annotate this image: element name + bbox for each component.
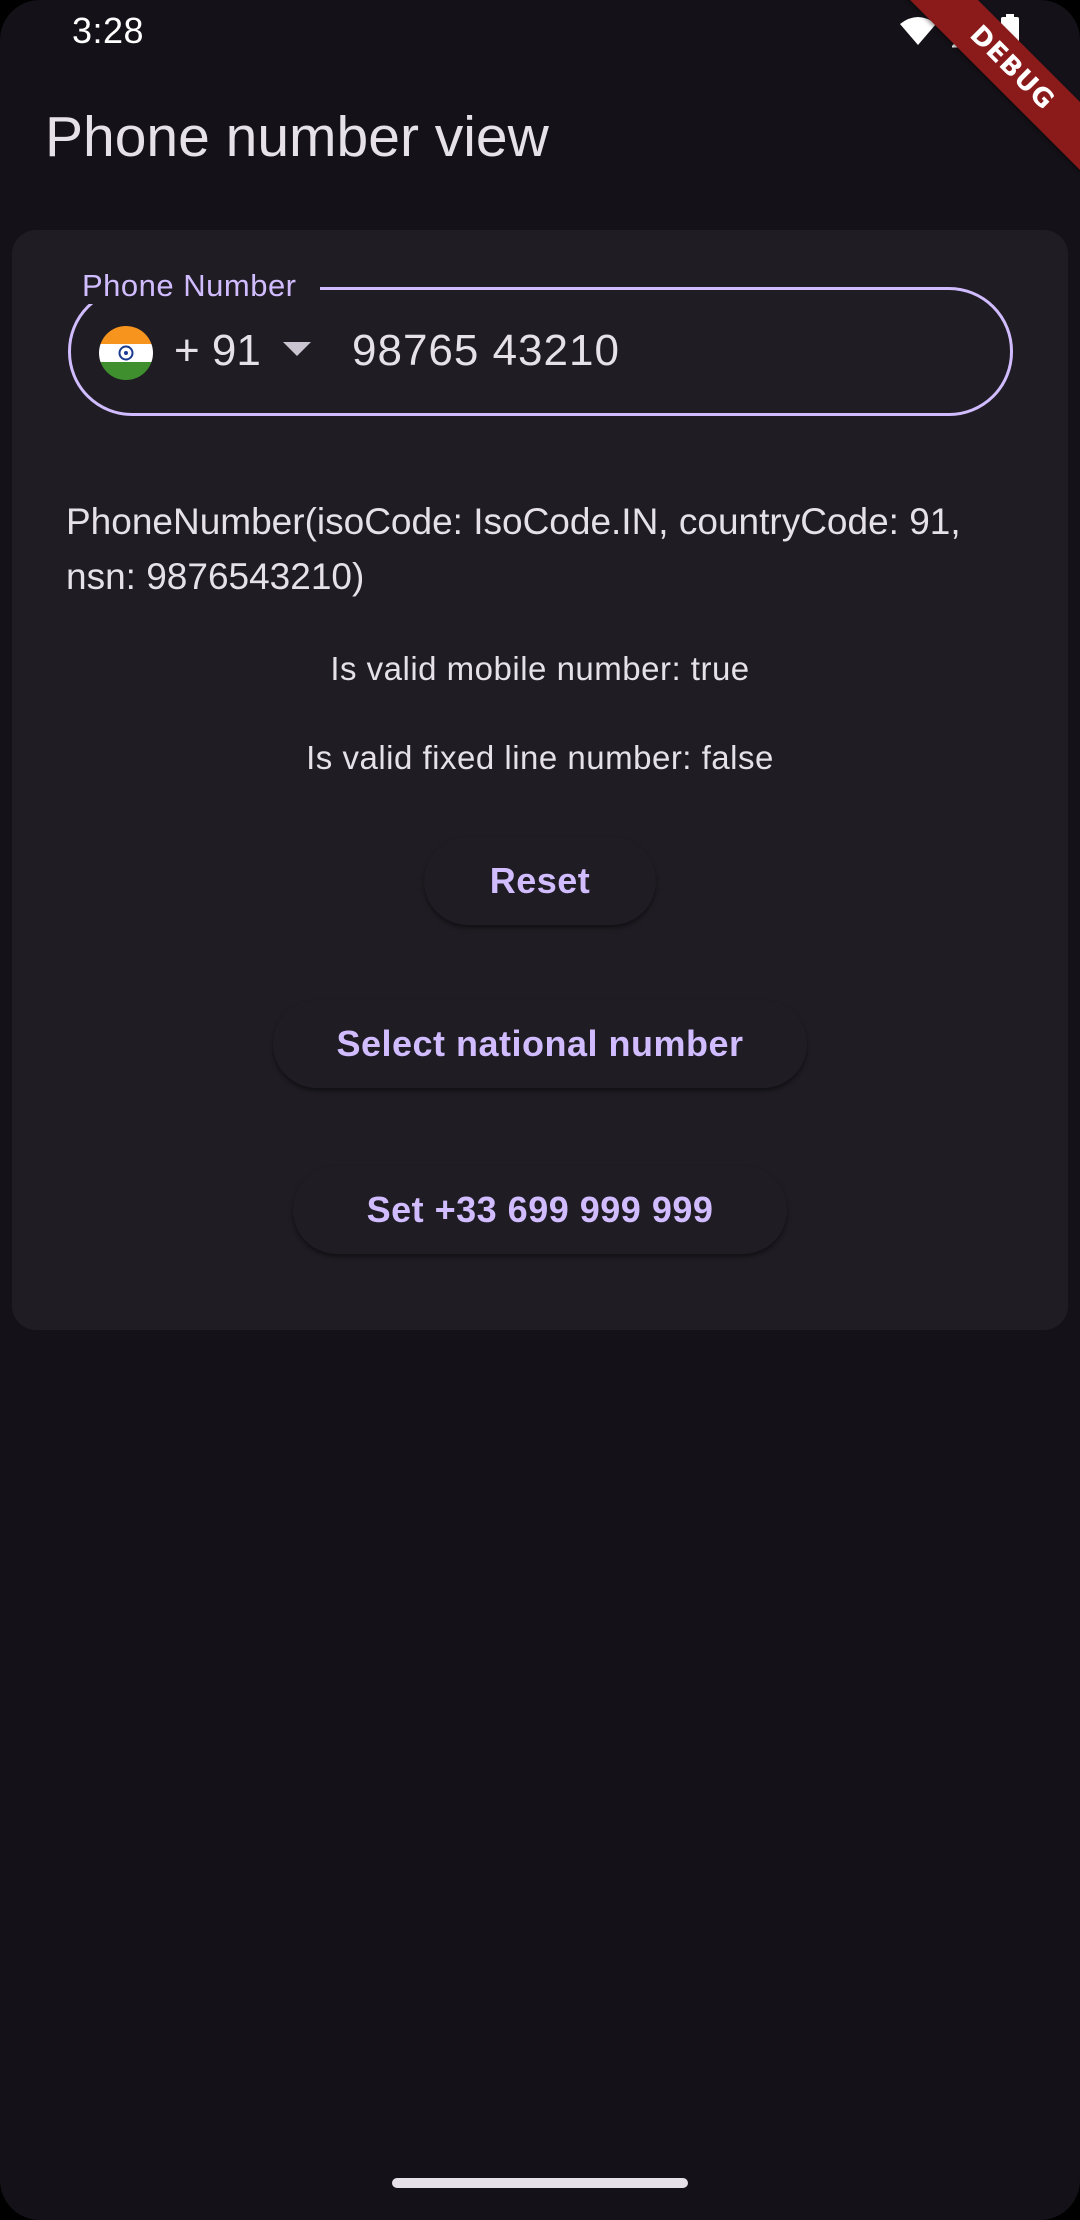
phone-field-label: Phone Number [78, 268, 301, 304]
reset-button[interactable]: Reset [424, 837, 656, 925]
status-bar: 3:28 [0, 0, 1080, 64]
phone-number-result: PhoneNumber(isoCode: IsoCode.IN, country… [66, 501, 961, 597]
app-screen: 3:28 DEBUG Phone number view Phone Numbe… [0, 0, 1080, 2220]
set-number-button[interactable]: Set +33 699 999 999 [293, 1166, 787, 1254]
page-title: Phone number view [45, 105, 549, 169]
home-indicator[interactable] [392, 2178, 688, 2188]
select-national-number-button[interactable]: Select national number [273, 1000, 807, 1088]
india-flag-icon[interactable] [99, 326, 153, 380]
chevron-down-icon[interactable] [283, 342, 311, 363]
valid-fixed-line-text: Is valid fixed line number: false [306, 739, 774, 776]
valid-mobile-text: Is valid mobile number: true [330, 650, 750, 687]
country-code[interactable]: + 91 [174, 326, 261, 376]
status-time: 3:28 [72, 10, 145, 51]
phone-number-value[interactable]: 98765 43210 [352, 326, 620, 376]
